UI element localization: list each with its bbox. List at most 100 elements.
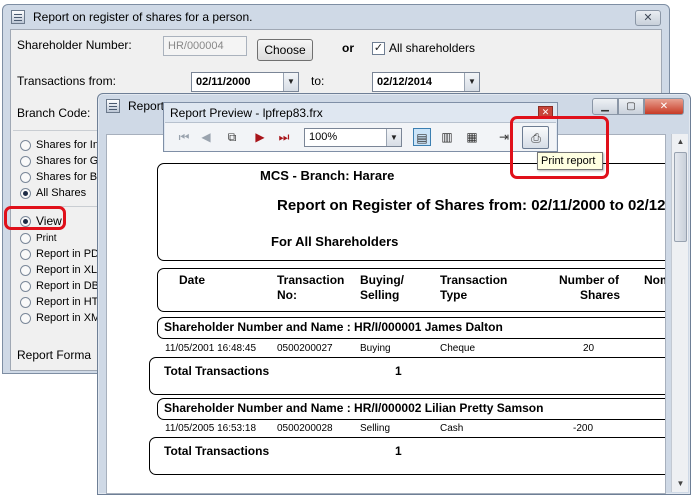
radio-icon[interactable] <box>20 171 31 183</box>
branch-code-label: Branch Code: <box>17 106 91 120</box>
row-transaction-no: 0500200028 <box>277 423 333 434</box>
all-shareholders-checkbox[interactable]: ✓ <box>372 42 385 55</box>
from-date-value: 02/11/2000 <box>196 76 251 88</box>
main-titlebar[interactable]: Report on register of shares for a perso… <box>3 5 669 29</box>
zoom-select[interactable]: 100% ▼ <box>304 128 402 147</box>
print-report-tooltip: Print report <box>537 152 603 170</box>
preview-toolbar-body: ⏮ ◀ ⧉ ▶ ⏭ 100% ▼ ▤ ▥ ▦ ⇥ ⎙ <box>165 122 556 151</box>
maximize-icon[interactable]: ▢ <box>618 98 644 115</box>
group-total-value: 1 <box>395 364 402 378</box>
group-heading: Shareholder Number and Name : HR/I/00000… <box>164 320 503 334</box>
app-icon <box>11 10 25 24</box>
preview-toolbar-title: Report Preview - lpfrep83.frx <box>170 106 323 120</box>
report-icon <box>106 99 120 113</box>
to-label: to: <box>311 74 325 88</box>
group-total-label: Total Transactions <box>164 364 270 378</box>
report-page: MCS - Branch: Harare Report on Register … <box>106 134 666 494</box>
row-buy-sell: Buying <box>360 343 391 354</box>
row-type: Cash <box>440 423 464 434</box>
close-icon[interactable]: ✕ <box>644 98 684 115</box>
vertical-scrollbar[interactable]: ▲ ▼ <box>671 134 688 492</box>
radio-label: Report in XML <box>36 312 107 324</box>
radio-label: Report in DBF <box>36 280 106 292</box>
radio-icon[interactable] <box>20 232 31 244</box>
minimize-icon[interactable]: ▁ <box>592 98 618 115</box>
or-label: or <box>342 41 354 55</box>
col-buying-selling-2: Selling <box>360 288 400 302</box>
radio-label: Shares for In <box>36 139 99 151</box>
close-button[interactable]: ✕ <box>635 10 661 26</box>
shareholder-number-label: Shareholder Number: <box>17 38 132 52</box>
radio-report-xml[interactable]: Report in XML <box>20 311 106 325</box>
radio-icon[interactable] <box>20 187 31 199</box>
row-date: 11/05/2005 16:53:18 <box>165 423 257 434</box>
four-pages-icon[interactable]: ▦ <box>463 128 481 146</box>
radio-report-pdf[interactable]: Report in PDF <box>20 247 106 261</box>
radio-label: Report in XLS <box>36 264 105 276</box>
scroll-thumb[interactable] <box>674 152 687 242</box>
col-transaction-no-1: Transaction <box>277 273 345 287</box>
scroll-up-icon[interactable]: ▲ <box>672 134 689 150</box>
chevron-down-icon[interactable]: ▼ <box>464 73 479 91</box>
radio-label: Shares for B <box>36 171 98 183</box>
report-titlebar[interactable]: Report <box>106 99 164 113</box>
chevron-down-icon[interactable]: ▼ <box>386 129 401 146</box>
col-number-shares-1: Number of <box>559 273 619 287</box>
radio-report-dbf[interactable]: Report in DBF <box>20 279 106 293</box>
caption-buttons: ▁ ▢ ✕ <box>592 98 684 115</box>
from-date-field[interactable]: 02/11/2000 ▼ <box>191 72 299 92</box>
report-window-title: Report <box>128 99 165 113</box>
radio-shares-branch[interactable]: Shares for B <box>20 170 97 184</box>
main-window-title: Report on register of shares for a perso… <box>33 10 253 24</box>
last-page-icon[interactable]: ⏭ <box>275 128 293 146</box>
radio-shares-individual[interactable]: Shares for In <box>20 138 99 152</box>
radio-icon[interactable] <box>20 264 31 276</box>
two-pages-icon[interactable]: ▥ <box>438 128 456 146</box>
group-total-label: Total Transactions <box>164 444 270 458</box>
radio-label: All Shares <box>36 187 87 199</box>
col-transaction-type-2: Type <box>440 288 468 302</box>
radio-icon[interactable] <box>20 155 31 167</box>
report-preview-toolbar: Report Preview - lpfrep83.frx ✕ ⏮ ◀ ⧉ ▶ … <box>163 102 558 152</box>
radio-report-htm[interactable]: Report in HTM <box>20 295 108 309</box>
col-date: Date <box>179 273 206 287</box>
report-title: Report on Register of Shares from: 02/11… <box>277 197 666 214</box>
next-page-icon[interactable]: ▶ <box>251 128 269 146</box>
all-shareholders-label: All shareholders <box>389 41 476 55</box>
to-date-value: 02/12/2014 <box>377 76 433 88</box>
scroll-down-icon[interactable]: ▼ <box>672 476 689 492</box>
radio-label: Print <box>36 232 57 244</box>
group-total-value: 1 <box>395 444 402 458</box>
go-to-page-icon[interactable]: ⧉ <box>223 128 241 146</box>
radio-all-shares[interactable]: All Shares <box>20 186 86 200</box>
radio-icon[interactable] <box>20 248 31 260</box>
radio-label: Shares for G <box>36 155 99 167</box>
row-date: 11/05/2001 16:48:45 <box>165 343 257 354</box>
report-branch: MCS - Branch: Harare <box>260 168 395 183</box>
row-buy-sell: Selling <box>360 423 391 434</box>
previous-page-icon[interactable]: ◀ <box>197 128 215 146</box>
highlight-view <box>4 206 66 230</box>
radio-print[interactable]: Print <box>20 231 57 245</box>
col-nominal: Nom <box>644 273 665 287</box>
choose-button[interactable]: Choose <box>257 39 313 61</box>
first-page-icon[interactable]: ⏮ <box>175 128 193 146</box>
to-date-field[interactable]: 02/12/2014 ▼ <box>372 72 480 92</box>
col-number-shares-2: Shares <box>580 288 621 302</box>
radio-icon[interactable] <box>20 139 31 151</box>
transactions-from-label: Transactions from: <box>17 74 116 88</box>
radio-shares-group[interactable]: Shares for G <box>20 154 98 168</box>
col-transaction-type-1: Transaction <box>440 273 508 287</box>
radio-icon[interactable] <box>20 296 31 308</box>
radio-label: Report in PDF <box>36 248 106 260</box>
row-shares: -200 <box>573 423 594 434</box>
row-type: Cheque <box>440 343 476 354</box>
shareholder-number-field[interactable]: HR/000004 <box>163 36 247 56</box>
radio-icon[interactable] <box>20 312 31 324</box>
one-page-icon[interactable]: ▤ <box>413 128 431 146</box>
group-heading: Shareholder Number and Name : HR/I/00000… <box>164 401 544 415</box>
radio-report-xls[interactable]: Report in XLS <box>20 263 104 277</box>
chevron-down-icon[interactable]: ▼ <box>283 73 298 91</box>
radio-icon[interactable] <box>20 280 31 292</box>
col-transaction-no-2: No: <box>277 288 297 302</box>
